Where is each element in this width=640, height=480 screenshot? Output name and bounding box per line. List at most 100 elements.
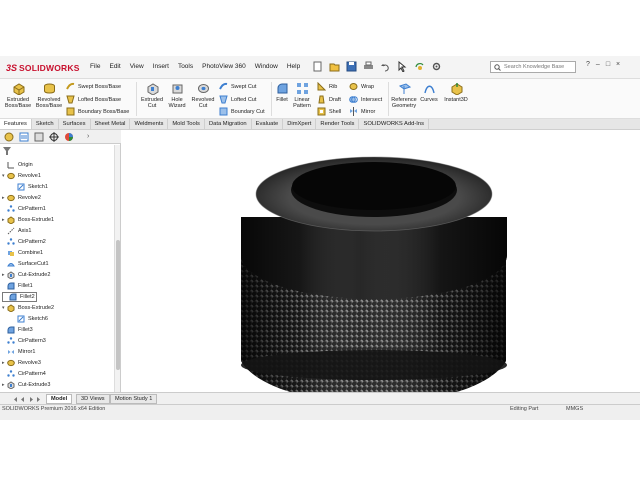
feature-tree-scrollbar[interactable]	[114, 145, 120, 392]
swept-boss-icon	[66, 82, 75, 90]
status-units[interactable]: MMGS	[566, 406, 583, 412]
help-icon[interactable]: ?	[586, 61, 590, 68]
swept-boss-button[interactable]: Swept Boss/Base	[66, 82, 121, 91]
tree-item-label: Boss-Extrude1	[18, 217, 55, 223]
dimxpert-manager-icon[interactable]	[49, 131, 59, 142]
tree-item-sketch1[interactable]: Sketch1	[12, 182, 48, 192]
tree-item-axis1[interactable]: Axis1	[2, 226, 31, 236]
menu-photoview[interactable]: PhotoView 360	[202, 63, 246, 70]
tab-motion-study[interactable]: Motion Study 1	[110, 394, 158, 404]
menu-file[interactable]: File	[90, 63, 100, 70]
menu-view[interactable]: View	[130, 63, 144, 70]
tree-item-revolve3[interactable]: ▸ Revolve3	[2, 358, 41, 368]
panel-expand-icon[interactable]: ›	[87, 133, 89, 140]
curves-button[interactable]: Curves	[419, 82, 439, 103]
revolved-cut-button[interactable]: Revolved Cut	[190, 82, 216, 109]
tree-item-cirpattern3[interactable]: CirPattern3	[2, 336, 46, 346]
tree-item-cut-extrude2[interactable]: ▸ Cut-Extrude2	[2, 270, 50, 280]
draft-button[interactable]: Draft	[317, 95, 341, 104]
menu-help[interactable]: Help	[287, 63, 300, 70]
open-folder-icon[interactable]	[329, 61, 340, 72]
extruded-boss-icon	[13, 83, 24, 95]
rib-button[interactable]: Rib	[317, 82, 337, 91]
fillet-button[interactable]: Fillet	[273, 82, 291, 103]
tab-surfaces[interactable]: Surfaces	[59, 119, 91, 129]
menu-edit[interactable]: Edit	[109, 63, 120, 70]
circular-pattern-icon	[7, 205, 15, 212]
menu-window[interactable]: Window	[255, 63, 278, 70]
close-button[interactable]: ×	[616, 61, 620, 68]
instant3d-button[interactable]: Instant3D	[442, 82, 470, 103]
revolved-boss-button[interactable]: Revolved Boss/Base	[33, 82, 65, 109]
undo-icon[interactable]	[380, 61, 391, 72]
tab-weldments[interactable]: Weldments	[130, 119, 169, 129]
tree-item-boss-extrude1[interactable]: ▸ Boss-Extrude1	[2, 215, 54, 225]
tab-model[interactable]: Model	[46, 394, 73, 404]
intersect-button[interactable]: Intersect	[349, 95, 382, 104]
tree-item-revolve2[interactable]: ▸ Revolve2	[2, 193, 41, 203]
boundary-cut-button[interactable]: Boundary Cut	[219, 107, 265, 116]
filter-icon[interactable]	[3, 147, 11, 155]
rebuild-icon[interactable]	[414, 61, 425, 72]
menu-tools[interactable]: Tools	[178, 63, 193, 70]
linear-pattern-button[interactable]: Linear Pattern	[291, 82, 313, 109]
graphics-area[interactable]	[121, 130, 640, 404]
mirror-button[interactable]: Mirror	[349, 107, 375, 116]
wrap-button[interactable]: Wrap	[349, 82, 374, 91]
tree-item-cirpattern4[interactable]: CirPattern4	[2, 369, 46, 379]
configuration-manager-icon[interactable]	[34, 132, 44, 142]
tree-item-cut-extrude3[interactable]: ▸ Cut-Extrude3	[2, 380, 50, 390]
solidworks-logo[interactable]: 3S SOLIDWORKS	[6, 62, 80, 74]
print-icon[interactable]	[363, 61, 374, 72]
scrollbar-thumb[interactable]	[116, 240, 120, 370]
tab-data-migration[interactable]: Data Migration	[205, 119, 252, 129]
tree-item-fillet1[interactable]: Fillet1	[2, 281, 33, 291]
shell-button[interactable]: Shell	[317, 107, 341, 116]
tree-item-fillet2[interactable]: Fillet2	[2, 292, 37, 302]
tab-3d-views[interactable]: 3D Views	[76, 394, 110, 404]
knurled-nut-model[interactable]	[121, 130, 640, 404]
maximize-button[interactable]: □	[606, 61, 610, 68]
minimize-button[interactable]: –	[596, 61, 600, 68]
tree-item-mirror1[interactable]: Mirror1	[2, 347, 35, 357]
tab-sketch[interactable]: Sketch	[32, 119, 59, 129]
tree-item-cirpattern1[interactable]: CirPattern1	[2, 204, 46, 214]
tree-item-surfacecut1[interactable]: SurfaceCut1	[2, 259, 49, 269]
swept-cut-button[interactable]: Swept Cut	[219, 82, 256, 91]
title-bar: 3S SOLIDWORKS File Edit View Insert Tool…	[0, 56, 640, 79]
feature-manager-icon[interactable]	[4, 132, 14, 142]
tab-features[interactable]: Features	[0, 119, 32, 129]
extruded-cut-button[interactable]: Extruded Cut	[139, 82, 165, 109]
search-knowledge-base[interactable]: Search Knowledge Base	[490, 61, 576, 73]
tree-item-boss-extrude2[interactable]: ▾ Boss-Extrude2	[2, 303, 54, 313]
tree-item-fillet3[interactable]: Fillet3	[2, 325, 33, 335]
tree-item-cirpattern2[interactable]: CirPattern2	[2, 237, 46, 247]
boundary-boss-button[interactable]: Boundary Boss/Base	[66, 107, 129, 116]
save-icon[interactable]	[346, 61, 357, 72]
new-document-icon[interactable]	[312, 61, 323, 72]
tab-solidworks-add-ins[interactable]: SOLIDWORKS Add-Ins	[359, 119, 430, 129]
tree-item-origin[interactable]: Origin	[2, 160, 33, 170]
lofted-boss-button[interactable]: Lofted Boss/Base	[66, 95, 121, 104]
tree-item-combine1[interactable]: Combine1	[2, 248, 43, 258]
tab-mold-tools[interactable]: Mold Tools	[168, 119, 205, 129]
property-manager-icon[interactable]	[19, 132, 29, 142]
select-arrow-icon[interactable]	[397, 61, 408, 72]
tree-item-revolve1[interactable]: ▾ Revolve1	[2, 171, 41, 181]
hole-wizard-button[interactable]: Hole Wizard	[165, 82, 189, 109]
tab-render-tools[interactable]: Render Tools	[316, 119, 360, 129]
tab-dimxpert[interactable]: DimXpert	[283, 119, 317, 129]
tree-item-sketch6[interactable]: Sketch6	[12, 314, 48, 324]
tab-evaluate[interactable]: Evaluate	[252, 119, 284, 129]
revolved-cut-label: Revolved Cut	[191, 97, 215, 109]
curves-icon	[423, 85, 435, 94]
lofted-cut-button[interactable]: Lofted Cut	[219, 95, 256, 104]
menu-insert[interactable]: Insert	[153, 63, 169, 70]
display-manager-icon[interactable]	[64, 132, 74, 142]
options-gear-icon[interactable]	[431, 61, 442, 72]
search-icon	[494, 63, 501, 71]
reference-geometry-button[interactable]: Reference Geometry	[390, 82, 418, 109]
tab-scroll-arrows-icon[interactable]	[12, 396, 42, 403]
tab-sheet-metal[interactable]: Sheet Metal	[91, 119, 131, 129]
extruded-boss-button[interactable]: Extruded Boss/Base	[3, 82, 33, 109]
